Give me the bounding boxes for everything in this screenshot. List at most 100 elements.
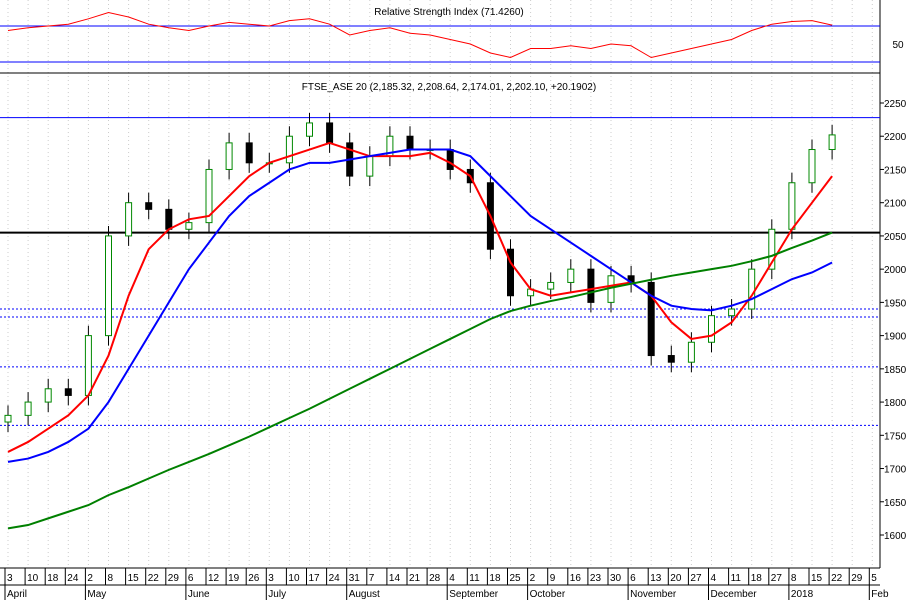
x-tick-label: 10 <box>27 573 39 584</box>
candle-up <box>285 135 293 164</box>
x-tick-label: 2 <box>530 573 536 584</box>
moving-average-line <box>7 148 833 463</box>
y-tick-label: 2150 <box>884 165 907 176</box>
candle-up <box>185 222 193 230</box>
month-label: May <box>87 589 106 600</box>
x-tick-label: 7 <box>369 573 375 584</box>
x-tick-label: 15 <box>128 573 140 584</box>
x-tick-label: 30 <box>610 573 622 584</box>
month-label: Feb <box>871 589 889 600</box>
y-tick-label: 2050 <box>884 232 907 243</box>
x-tick-label: 24 <box>329 573 341 584</box>
x-tick-label: 16 <box>570 573 582 584</box>
x-tick-label: 10 <box>288 573 300 584</box>
y-tick-label: 2100 <box>884 199 907 210</box>
candle-up <box>788 182 796 230</box>
y-tick-label: 1800 <box>884 398 907 409</box>
x-tick-label: 3 <box>268 573 274 584</box>
x-tick-label: 18 <box>47 573 59 584</box>
x-tick-label: 31 <box>349 573 361 584</box>
rsi-title: Relative Strength Index (71.4260) <box>374 7 524 18</box>
candle-up <box>44 388 52 403</box>
x-tick-label: 28 <box>429 573 441 584</box>
x-tick-label: 21 <box>409 573 421 584</box>
x-tick-label: 9 <box>550 573 556 584</box>
month-label: July <box>268 589 286 600</box>
candle-up <box>828 134 836 151</box>
x-tick-label: 11 <box>469 573 480 584</box>
candle-up <box>808 149 816 184</box>
x-tick-label: 25 <box>510 573 522 584</box>
candle-down <box>446 149 454 170</box>
candle-up <box>225 142 233 170</box>
y-tick-label: 1600 <box>884 531 907 542</box>
candle-down <box>145 202 153 210</box>
month-label: June <box>188 589 210 600</box>
candle-down <box>165 208 173 230</box>
x-tick-label: 22 <box>831 573 843 584</box>
y-tick-label: 1700 <box>884 465 907 476</box>
candle-up <box>84 335 92 396</box>
candle-up <box>24 401 32 416</box>
x-tick-label: 8 <box>791 573 797 584</box>
x-tick-label: 20 <box>670 573 682 584</box>
month-label: October <box>530 589 566 600</box>
candle-down <box>406 135 414 151</box>
x-tick-label: 15 <box>811 573 823 584</box>
x-tick-label: 19 <box>228 573 240 584</box>
candle-up <box>4 414 12 423</box>
candle-up <box>687 341 695 363</box>
x-tick-label: 18 <box>751 573 763 584</box>
y-tick-label: 2250 <box>884 99 907 110</box>
x-tick-label: 14 <box>389 573 401 584</box>
y-tick-label: 1650 <box>884 498 907 509</box>
y-tick-label: 2000 <box>884 265 907 276</box>
x-tick-label: 12 <box>208 573 220 584</box>
x-tick-label: 27 <box>690 573 702 584</box>
x-tick-label: 6 <box>188 573 194 584</box>
x-tick-label: 17 <box>309 573 321 584</box>
x-tick-label: 18 <box>489 573 501 584</box>
x-tick-label: 8 <box>108 573 114 584</box>
y-tick-label: 1950 <box>884 298 907 309</box>
price-chart: Relative Strength Index (71.4260) FTSE_A… <box>0 0 907 600</box>
month-label: 2018 <box>791 589 814 600</box>
y-tick-label: 1900 <box>884 332 907 343</box>
month-label: November <box>630 589 677 600</box>
month-label: December <box>711 589 758 600</box>
candle-up <box>547 281 555 290</box>
candle-up <box>366 155 374 177</box>
chart-window: Relative Strength Index (71.4260) FTSE_A… <box>0 0 913 600</box>
x-tick-label: 23 <box>590 573 602 584</box>
x-tick-label: 2 <box>87 573 93 584</box>
candle-up <box>105 235 112 337</box>
candle-up <box>125 202 133 237</box>
moving-average-line <box>7 141 833 453</box>
candle-down <box>587 268 595 303</box>
chart-title: FTSE_ASE 20 (2,185.32, 2,208.64, 2,174.0… <box>302 82 596 93</box>
y-tick-label: 2200 <box>884 132 907 143</box>
x-tick-label: 29 <box>168 573 180 584</box>
x-tick-label: 26 <box>248 573 260 584</box>
moving-average-line <box>7 231 833 530</box>
candle-up <box>728 308 736 317</box>
candle-down <box>667 355 675 363</box>
x-tick-label: 4 <box>449 573 455 584</box>
x-tick-label: 13 <box>650 573 662 584</box>
x-tick-label: 5 <box>871 573 877 584</box>
month-label: August <box>349 589 380 600</box>
month-label: April <box>7 589 27 600</box>
candle-down <box>245 142 253 164</box>
x-tick-label: 6 <box>630 573 636 584</box>
y-tick-label: 1850 <box>884 365 907 376</box>
candle-down <box>326 122 334 144</box>
candle-up <box>748 268 756 310</box>
x-tick-label: 29 <box>851 573 863 584</box>
candle-down <box>64 388 72 396</box>
rsi-tick-label: 50 <box>892 40 904 51</box>
candle-up <box>306 122 313 137</box>
x-tick-label: 27 <box>771 573 783 584</box>
x-tick-label: 4 <box>711 573 717 584</box>
candle-up <box>567 268 575 283</box>
candle-up <box>708 315 715 343</box>
